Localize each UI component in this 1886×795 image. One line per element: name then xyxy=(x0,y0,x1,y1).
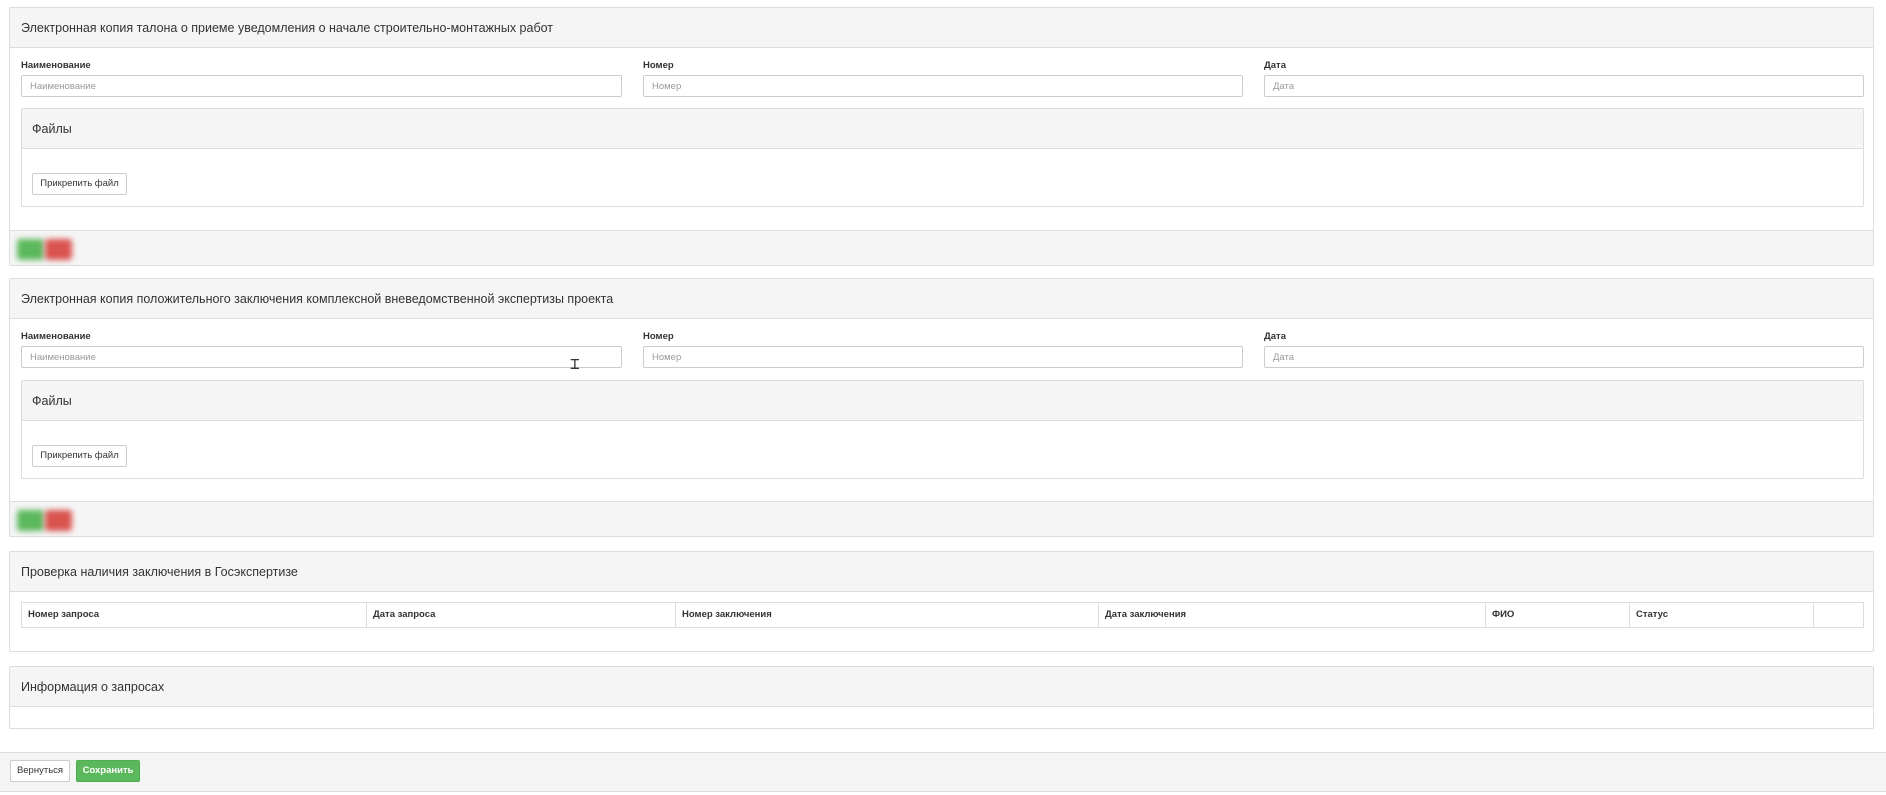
date-input[interactable] xyxy=(1264,75,1864,97)
attach-file-button[interactable]: Прикрепить файл xyxy=(32,445,127,467)
section-actions xyxy=(10,230,1873,265)
column-header-conclusion-number[interactable]: Номер заключения xyxy=(676,603,1099,627)
section-construction-notice-title: Электронная копия талона о приеме уведом… xyxy=(10,8,1873,48)
column-header-status[interactable]: Статус xyxy=(1630,603,1814,627)
section-requests-info: Информация о запросах xyxy=(9,666,1874,729)
accept-button[interactable] xyxy=(17,239,44,260)
section-requests-info-title: Информация о запросах xyxy=(10,667,1873,707)
section-expertise-check-title: Проверка наличия заключения в Госэксперт… xyxy=(10,552,1873,592)
number-label: Номер xyxy=(643,60,674,71)
files-title: Файлы xyxy=(22,381,1863,421)
back-button[interactable]: Вернуться xyxy=(10,760,70,782)
date-label: Дата xyxy=(1264,331,1286,342)
name-label: Наименование xyxy=(21,331,91,342)
section-actions xyxy=(10,501,1873,536)
column-header-request-date[interactable]: Дата запроса xyxy=(367,603,676,627)
files-panel: Файлы Прикрепить файл xyxy=(21,380,1864,479)
section-expertise-conclusion-title: Электронная копия положительного заключе… xyxy=(10,279,1873,319)
column-header-request-number[interactable]: Номер запроса xyxy=(22,603,367,627)
column-header-conclusion-date[interactable]: Дата заключения xyxy=(1099,603,1486,627)
text-cursor-icon: ⌶ xyxy=(570,354,580,373)
column-header-full-name[interactable]: ФИО xyxy=(1486,603,1630,627)
form-actions-bar: Вернуться Сохранить xyxy=(0,752,1886,792)
name-label: Наименование xyxy=(21,60,91,71)
save-button[interactable]: Сохранить xyxy=(76,760,140,782)
number-input[interactable] xyxy=(643,75,1243,97)
name-input[interactable] xyxy=(21,75,622,97)
expertise-table: Номер запроса Дата запроса Номер заключе… xyxy=(21,602,1864,628)
attach-file-button[interactable]: Прикрепить файл xyxy=(32,173,127,195)
section-expertise-check: Проверка наличия заключения в Госэксперт… xyxy=(9,551,1874,652)
number-input[interactable] xyxy=(643,346,1243,368)
reject-button[interactable] xyxy=(45,510,72,531)
date-input[interactable] xyxy=(1264,346,1864,368)
reject-button[interactable] xyxy=(45,239,72,260)
files-title: Файлы xyxy=(22,109,1863,149)
column-header-actions xyxy=(1814,603,1863,627)
accept-button[interactable] xyxy=(17,510,44,531)
files-panel: Файлы Прикрепить файл xyxy=(21,108,1864,207)
section-construction-notice: Электронная копия талона о приеме уведом… xyxy=(9,7,1874,266)
section-expertise-conclusion: Электронная копия положительного заключе… xyxy=(9,278,1874,537)
number-label: Номер xyxy=(643,331,674,342)
name-input[interactable] xyxy=(21,346,622,368)
date-label: Дата xyxy=(1264,60,1286,71)
